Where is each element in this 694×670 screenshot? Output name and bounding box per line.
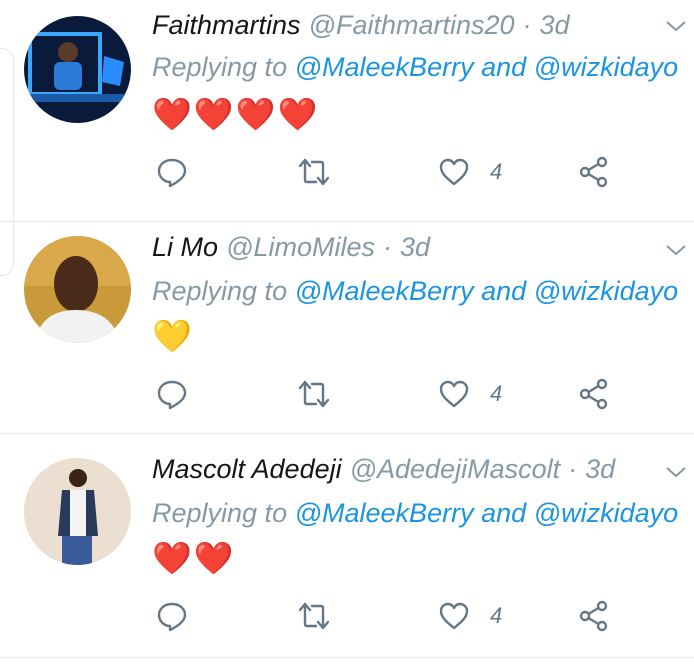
replying-to: Replying to @MaleekBerry and @wizkidayo [152,52,678,83]
reply-icon [157,158,187,188]
mention-link[interactable]: @wizkidayo [534,498,678,528]
reply-button[interactable] [156,152,188,192]
replying-label: Replying to [152,498,288,528]
avatar[interactable] [24,236,131,343]
separator: · [568,454,578,484]
like-button[interactable]: 4 [438,374,502,414]
user-handle[interactable]: @AdedejiMascolt [350,454,561,485]
display-name[interactable]: Li Mo [152,232,218,263]
like-icon [439,158,469,186]
like-button[interactable]: 4 [438,152,502,192]
like-count: 4 [490,381,503,406]
share-icon [579,378,608,410]
user-handle[interactable]: @Faithmartins20 [309,10,515,41]
display-name[interactable]: Mascolt Adedeji [152,454,342,485]
reply-icon [157,380,187,410]
retweet-button[interactable] [298,596,330,636]
tweet-item[interactable]: Faithmartins @Faithmartins20 · 3d Replyi… [0,0,694,222]
retweet-button[interactable] [298,374,330,414]
retweet-icon [298,380,330,408]
retweet-button[interactable] [298,152,330,192]
tweet-header: Faithmartins @Faithmartins20 · 3d [152,10,654,46]
retweet-icon [298,602,330,630]
tweet-text: 💛 [152,318,194,354]
timestamp[interactable]: 3d [400,232,430,263]
replying-to: Replying to @MaleekBerry and @wizkidayo [152,498,678,529]
action-bar: 4 [152,596,622,636]
tweet-header: Mascolt Adedeji @AdedejiMascolt · 3d [152,454,654,490]
action-bar: 4 [152,152,622,192]
replying-label: Replying to [152,276,288,306]
and-label: and [481,276,527,306]
avatar[interactable] [24,458,131,565]
chevron-down-icon[interactable] [664,14,688,38]
mention-link[interactable]: @wizkidayo [534,52,678,82]
share-button[interactable] [578,374,610,414]
tweet-item[interactable]: Li Mo @LimoMiles · 3d Replying to @Malee… [0,212,694,434]
timestamp[interactable]: 3d [585,454,615,485]
chevron-down-icon[interactable] [664,238,688,262]
like-button[interactable]: 4 [438,596,502,636]
like-count: 4 [490,603,503,628]
separator: · [382,232,392,262]
and-label: and [481,52,527,82]
mention-link[interactable]: @MaleekBerry [295,498,474,528]
timestamp[interactable]: 3d [540,10,570,41]
tweet-header: Li Mo @LimoMiles · 3d [152,232,654,268]
mention-link[interactable]: @MaleekBerry [295,276,474,306]
share-button[interactable] [578,152,610,192]
user-handle[interactable]: @LimoMiles [226,232,375,263]
separator: · [522,10,532,40]
share-icon [579,156,608,188]
like-icon [439,602,469,630]
tweet-text: ❤️❤️ [152,540,236,576]
share-button[interactable] [578,596,610,636]
display-name[interactable]: Faithmartins [152,10,301,41]
like-count: 4 [490,159,503,184]
chevron-down-icon[interactable] [664,460,688,484]
reply-icon [157,602,187,632]
mention-link[interactable]: @wizkidayo [534,276,678,306]
retweet-icon [298,158,330,186]
action-bar: 4 [152,374,622,414]
share-icon [579,600,608,632]
reply-button[interactable] [156,374,188,414]
avatar[interactable] [24,16,131,123]
like-icon [439,380,469,408]
replying-to: Replying to @MaleekBerry and @wizkidayo [152,276,678,307]
and-label: and [481,498,527,528]
mention-link[interactable]: @MaleekBerry [295,52,474,82]
reply-button[interactable] [156,596,188,636]
tweet-item[interactable]: Mascolt Adedeji @AdedejiMascolt · 3d Rep… [0,434,694,658]
tweet-text: ❤️❤️❤️❤️ [152,96,320,132]
replying-label: Replying to [152,52,288,82]
